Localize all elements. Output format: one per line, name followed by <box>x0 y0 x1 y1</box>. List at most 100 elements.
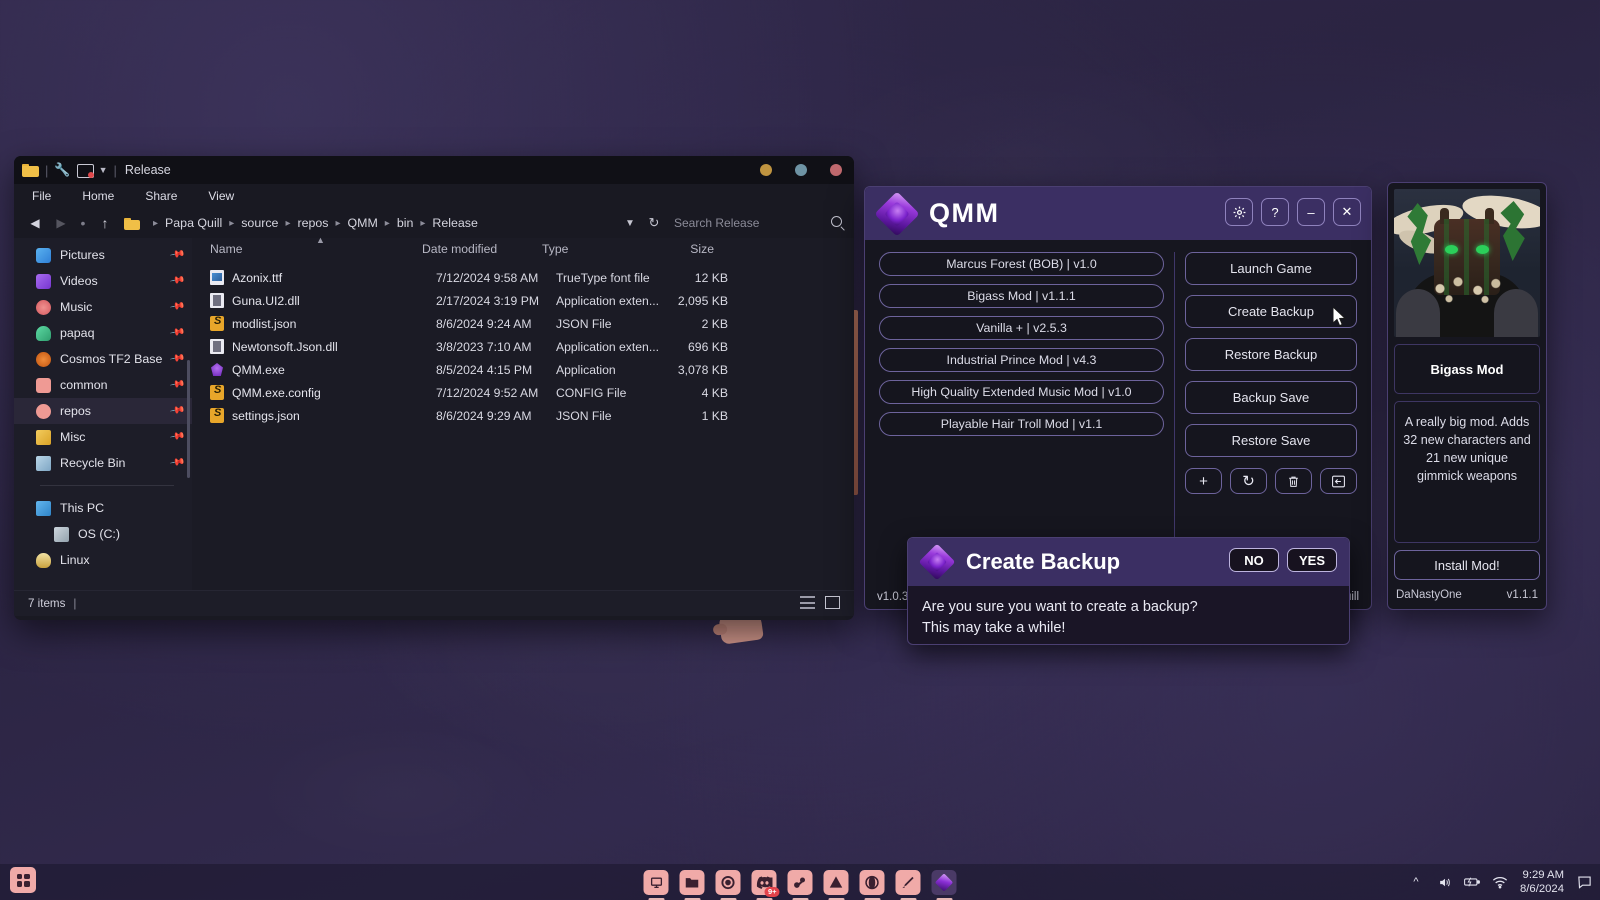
table-row[interactable]: modlist.json 8/6/2024 9:24 AM JSON File … <box>192 312 854 335</box>
sidebar-item-music[interactable]: Music 📌 <box>14 294 192 320</box>
taskbar-app-paint[interactable] <box>896 870 921 895</box>
sidebar-item-linux[interactable]: Linux <box>14 547 192 573</box>
settings-button[interactable] <box>1225 198 1253 226</box>
restore-save-button[interactable]: Restore Save <box>1185 424 1357 457</box>
taskbar-app-display[interactable] <box>644 870 669 895</box>
sidebar-item-repos[interactable]: repos 📌 <box>14 398 192 424</box>
sidebar-item-misc[interactable]: Misc 📌 <box>14 424 192 450</box>
close-button[interactable] <box>830 164 842 176</box>
taskbar-app-qmm[interactable] <box>932 870 957 895</box>
sidebar-item-papaq[interactable]: papaq 📌 <box>14 320 192 346</box>
explorer-menubar[interactable]: File Home Share View <box>14 184 854 208</box>
search-icon[interactable] <box>831 216 842 227</box>
file-explorer-window[interactable]: | 🔧 ▼ | Release File Home Share View ◀ ▶… <box>14 156 854 620</box>
qmm-titlebar[interactable]: QMM ? – ✕ <box>865 187 1371 240</box>
chevron-down-icon[interactable]: ▼ <box>99 165 108 175</box>
taskbar-app-discord[interactable]: 9+ <box>752 870 777 895</box>
taskbar-app-steam[interactable] <box>788 870 813 895</box>
close-button[interactable]: ✕ <box>1333 198 1361 226</box>
backup-save-button[interactable]: Backup Save <box>1185 381 1357 414</box>
qmm-icon-button-row[interactable]: + ↻ <box>1185 468 1357 494</box>
taskbar-app-record[interactable] <box>716 870 741 895</box>
chevron-up-icon[interactable]: ^ <box>1408 875 1424 889</box>
restore-backup-button[interactable]: Restore Backup <box>1185 338 1357 371</box>
breadcrumb-item-4[interactable]: bin <box>396 216 415 230</box>
view-toggle-group[interactable] <box>800 596 840 609</box>
dialog-buttons[interactable]: NO YES <box>1229 548 1337 572</box>
file-list-header[interactable]: ▲ Name Date modified Type Size <box>192 238 854 260</box>
delete-button[interactable] <box>1275 468 1312 494</box>
pin-icon[interactable]: 📌 <box>169 325 184 340</box>
mod-item-hq-extended-music[interactable]: High Quality Extended Music Mod | v1.0 <box>879 380 1164 404</box>
yes-button[interactable]: YES <box>1287 548 1337 572</box>
window-controls[interactable] <box>760 156 842 184</box>
tile-view-icon[interactable] <box>825 596 840 609</box>
create-backup-dialog[interactable]: Create Backup NO YES Are you sure you wa… <box>907 537 1350 645</box>
forward-arrow-icon[interactable]: ▶ <box>48 216 74 230</box>
menu-home[interactable]: Home <box>82 189 114 203</box>
table-row[interactable]: Guna.UI2.dll 2/17/2024 3:19 PM Applicati… <box>192 289 854 312</box>
breadcrumb-item-3[interactable]: QMM <box>347 216 379 230</box>
pin-icon[interactable]: 📌 <box>169 455 184 470</box>
pin-icon[interactable]: 📌 <box>169 429 184 444</box>
file-list[interactable]: ▲ Name Date modified Type Size Azonix.tt… <box>192 238 854 590</box>
sidebar-item-this-pc[interactable]: This PC <box>14 495 192 521</box>
battery-icon[interactable] <box>1464 875 1480 889</box>
pin-icon[interactable]: 📌 <box>169 377 184 392</box>
up-arrow-icon[interactable]: ↑ <box>92 215 118 231</box>
table-row[interactable]: Newtonsoft.Json.dll 3/8/2023 7:10 AM App… <box>192 335 854 358</box>
sidebar-item-common[interactable]: common 📌 <box>14 372 192 398</box>
breadcrumb-item-1[interactable]: source <box>240 216 279 230</box>
recent-dropdown-icon[interactable]: • <box>74 215 92 231</box>
speaker-icon[interactable] <box>1436 875 1452 889</box>
pin-icon[interactable]: 📌 <box>169 403 184 418</box>
taskbar-app-blender[interactable] <box>824 870 849 895</box>
pin-icon[interactable]: 📌 <box>169 273 184 288</box>
clock[interactable]: 9:29 AM 8/6/2024 <box>1520 868 1564 896</box>
table-row[interactable]: QMM.exe 8/5/2024 4:15 PM Application 3,0… <box>192 358 854 381</box>
mod-item-playable-hair-troll[interactable]: Playable Hair Troll Mod | v1.1 <box>879 412 1164 436</box>
sidebar-item-recycle-bin[interactable]: Recycle Bin 📌 <box>14 450 192 476</box>
pin-icon[interactable]: 📌 <box>169 247 184 262</box>
qmm-mod-list[interactable]: Marcus Forest (BOB) | v1.0 Bigass Mod | … <box>865 252 1175 580</box>
sidebar-scrollbar[interactable] <box>187 360 190 478</box>
mod-item-vanilla-plus[interactable]: Vanilla + | v2.5.3 <box>879 316 1164 340</box>
launch-game-button[interactable]: Launch Game <box>1185 252 1357 285</box>
qmm-window-controls[interactable]: ? – ✕ <box>1225 198 1361 226</box>
qmm-action-panel[interactable]: Launch Game Create Backup Restore Backup… <box>1175 252 1371 580</box>
new-folder-icon[interactable] <box>77 164 93 177</box>
chevron-down-icon[interactable]: ▼ <box>618 218 642 229</box>
explorer-sidebar[interactable]: Pictures 📌 Videos 📌 Music 📌 papaq 📌 Cosm <box>14 238 192 590</box>
mod-item-marcus-forest[interactable]: Marcus Forest (BOB) | v1.0 <box>879 252 1164 276</box>
column-header-size[interactable]: Size <box>654 242 714 256</box>
mod-item-industrial-prince[interactable]: Industrial Prince Mod | v4.3 <box>879 348 1164 372</box>
install-mod-button[interactable]: Install Mod! <box>1394 550 1540 580</box>
breadcrumb-item-0[interactable]: Papa Quill <box>164 216 223 230</box>
wifi-icon[interactable] <box>1492 875 1508 889</box>
no-button[interactable]: NO <box>1229 548 1279 572</box>
refresh-icon[interactable]: ↻ <box>642 215 666 231</box>
start-menu-icon[interactable] <box>10 867 36 893</box>
taskbar-app-opera[interactable] <box>860 870 885 895</box>
help-button[interactable]: ? <box>1261 198 1289 226</box>
notification-icon[interactable] <box>1576 875 1592 889</box>
table-row[interactable]: QMM.exe.config 7/12/2024 9:52 AM CONFIG … <box>192 381 854 404</box>
sidebar-item-cosmos-tf2-base[interactable]: Cosmos TF2 Base 📌 <box>14 346 192 372</box>
breadcrumb[interactable]: ▸ Papa Quill ▸ source ▸ repos ▸ QMM ▸ bi… <box>124 216 618 230</box>
add-mod-button[interactable]: + <box>1185 468 1222 494</box>
taskbar-app-explorer[interactable] <box>680 870 705 895</box>
taskbar[interactable]: 9+ <box>0 864 1600 900</box>
navbar-right-controls[interactable]: ▼ ↻ Search Release <box>618 212 846 234</box>
minimize-button[interactable]: – <box>1297 198 1325 226</box>
search-input[interactable]: Search Release <box>666 212 846 234</box>
sidebar-item-pictures[interactable]: Pictures 📌 <box>14 242 192 268</box>
create-backup-button[interactable]: Create Backup <box>1185 295 1357 328</box>
sidebar-item-os-c[interactable]: OS (C:) <box>14 521 192 547</box>
mod-item-bigass-mod[interactable]: Bigass Mod | v1.1.1 <box>879 284 1164 308</box>
menu-file[interactable]: File <box>32 189 51 203</box>
explorer-titlebar[interactable]: | 🔧 ▼ | Release <box>14 156 854 184</box>
breadcrumb-item-2[interactable]: repos <box>296 216 329 230</box>
menu-share[interactable]: Share <box>145 189 177 203</box>
mod-info-panel[interactable]: Bigass Mod A really big mod. Adds 32 new… <box>1387 182 1547 610</box>
minimize-button[interactable] <box>760 164 772 176</box>
